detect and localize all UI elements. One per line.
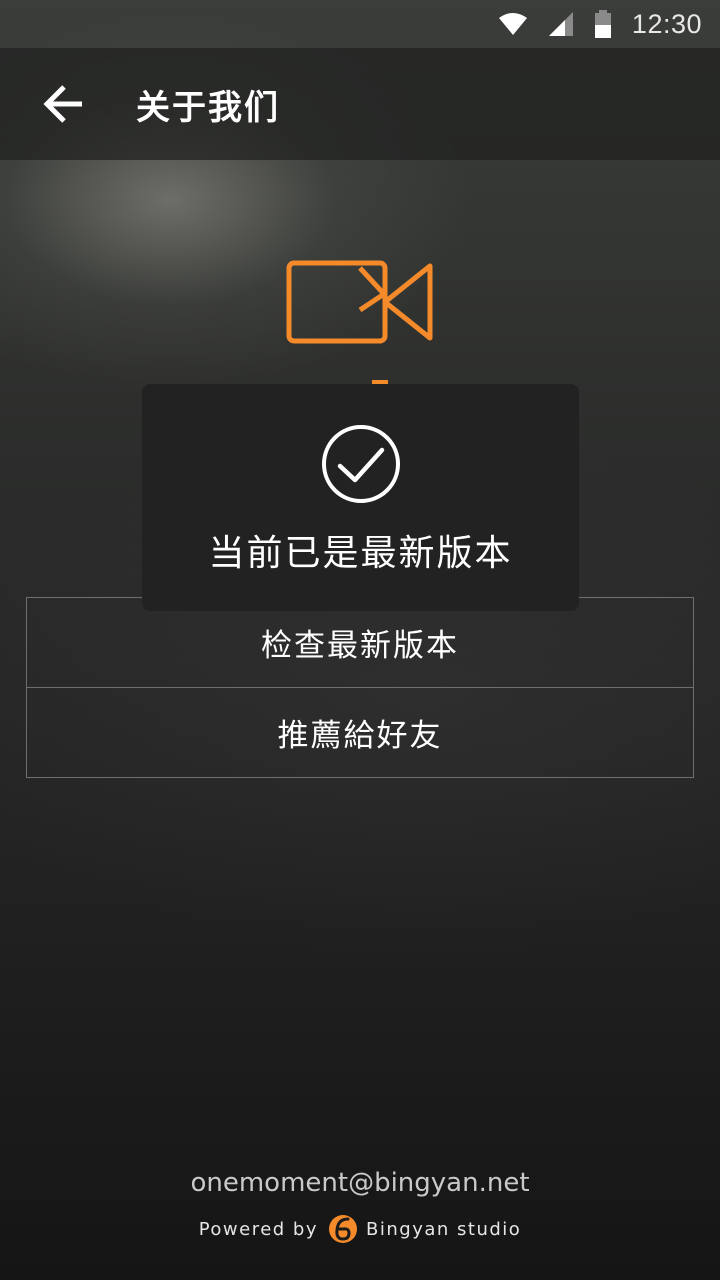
recommend-to-friend-button[interactable]: 推薦給好友 xyxy=(27,687,693,777)
check-update-button[interactable]: 检查最新版本 xyxy=(27,598,693,687)
bingyan-logo-icon xyxy=(329,1215,358,1243)
update-toast: 当前已是最新版本 xyxy=(142,384,579,611)
back-button[interactable] xyxy=(22,62,106,146)
battery-icon xyxy=(594,10,611,38)
action-list: 检查最新版本 推薦給好友 xyxy=(26,597,694,778)
toast-message: 当前已是最新版本 xyxy=(208,533,513,574)
powered-by: Powered by Bingyan studio xyxy=(0,1212,720,1246)
app-bar: 关于我们 xyxy=(0,48,720,160)
brand-name: Bingyan studio xyxy=(366,1218,522,1240)
signal-icon xyxy=(548,12,573,36)
powered-by-label: Powered by xyxy=(198,1218,319,1240)
arrow-left-icon xyxy=(43,85,82,123)
status-time: 12:30 xyxy=(631,8,702,39)
wifi-icon xyxy=(498,13,527,35)
contact-email: onemoment@bingyan.net xyxy=(190,1168,530,1198)
check-circle-icon xyxy=(321,425,400,503)
status-bar: 12:30 xyxy=(0,0,720,48)
video-camera-icon xyxy=(286,260,433,344)
page-title: 关于我们 xyxy=(136,87,280,128)
